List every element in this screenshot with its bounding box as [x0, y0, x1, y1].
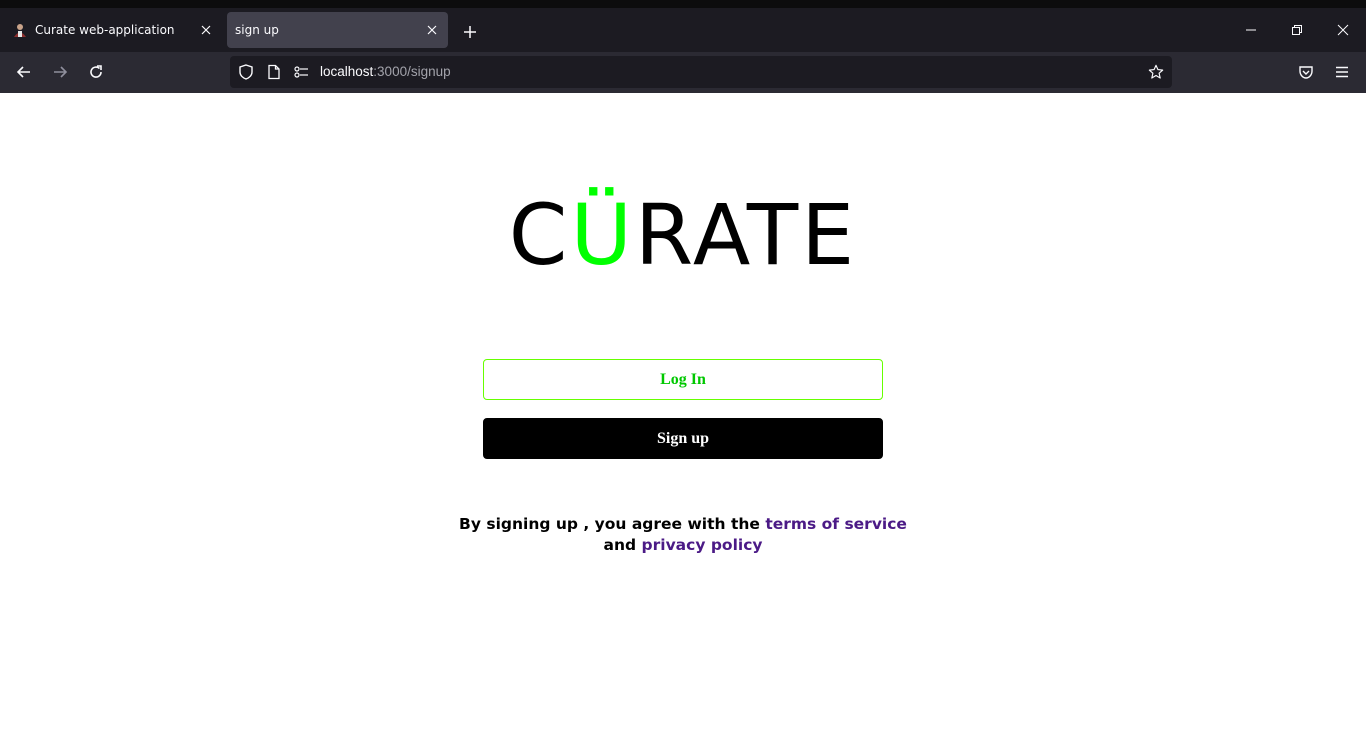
pocket-icon[interactable]: [1292, 58, 1320, 86]
shield-icon[interactable]: [238, 64, 254, 80]
terms-notice: By signing up , you agree with the terms…: [383, 514, 983, 556]
close-window-icon[interactable]: [1320, 16, 1366, 44]
reload-icon[interactable]: [82, 58, 110, 86]
terms-of-service-link[interactable]: terms of service: [765, 515, 907, 533]
signup-button[interactable]: Sign up: [483, 418, 883, 459]
close-icon[interactable]: [198, 22, 214, 38]
url-bar[interactable]: localhost:3000/signup: [230, 56, 1172, 88]
restore-icon[interactable]: [1274, 16, 1320, 44]
forward-arrow-icon[interactable]: [46, 58, 74, 86]
login-button[interactable]: Log In: [483, 359, 883, 400]
plus-icon[interactable]: [458, 20, 482, 44]
tab-sign-up[interactable]: sign up: [227, 12, 448, 48]
url-path: :3000/signup: [373, 64, 451, 79]
tab-bar: Curate web-application sign up: [0, 8, 1366, 52]
logo-accent-letter: Ü: [570, 186, 635, 284]
window-top-strip: [0, 0, 1366, 8]
tab-label: Curate web-application: [35, 23, 175, 37]
tab-curate-web-application[interactable]: Curate web-application: [4, 12, 222, 48]
url-host: localhost: [320, 64, 374, 79]
logo-part-2: RATE: [634, 186, 858, 284]
permissions-icon[interactable]: [293, 64, 309, 80]
terms-and: and: [603, 536, 637, 554]
back-arrow-icon[interactable]: [10, 58, 38, 86]
logo-part-1: C: [508, 186, 571, 284]
privacy-policy-link[interactable]: privacy policy: [642, 536, 763, 554]
user-favicon-icon: [12, 22, 28, 38]
page-content: CÜRATE Log In Sign up By signing up , yo…: [0, 93, 1366, 736]
close-icon[interactable]: [424, 22, 440, 38]
minimize-icon[interactable]: [1228, 16, 1274, 44]
url-text[interactable]: localhost:3000/signup: [320, 64, 451, 79]
tab-label: sign up: [235, 23, 279, 37]
curate-logo: CÜRATE: [0, 193, 1366, 277]
page-icon[interactable]: [266, 64, 282, 80]
terms-prefix: By signing up , you agree with the: [459, 515, 760, 533]
navigation-toolbar: localhost:3000/signup: [0, 52, 1366, 93]
star-icon[interactable]: [1148, 64, 1164, 80]
menu-icon[interactable]: [1328, 58, 1356, 86]
